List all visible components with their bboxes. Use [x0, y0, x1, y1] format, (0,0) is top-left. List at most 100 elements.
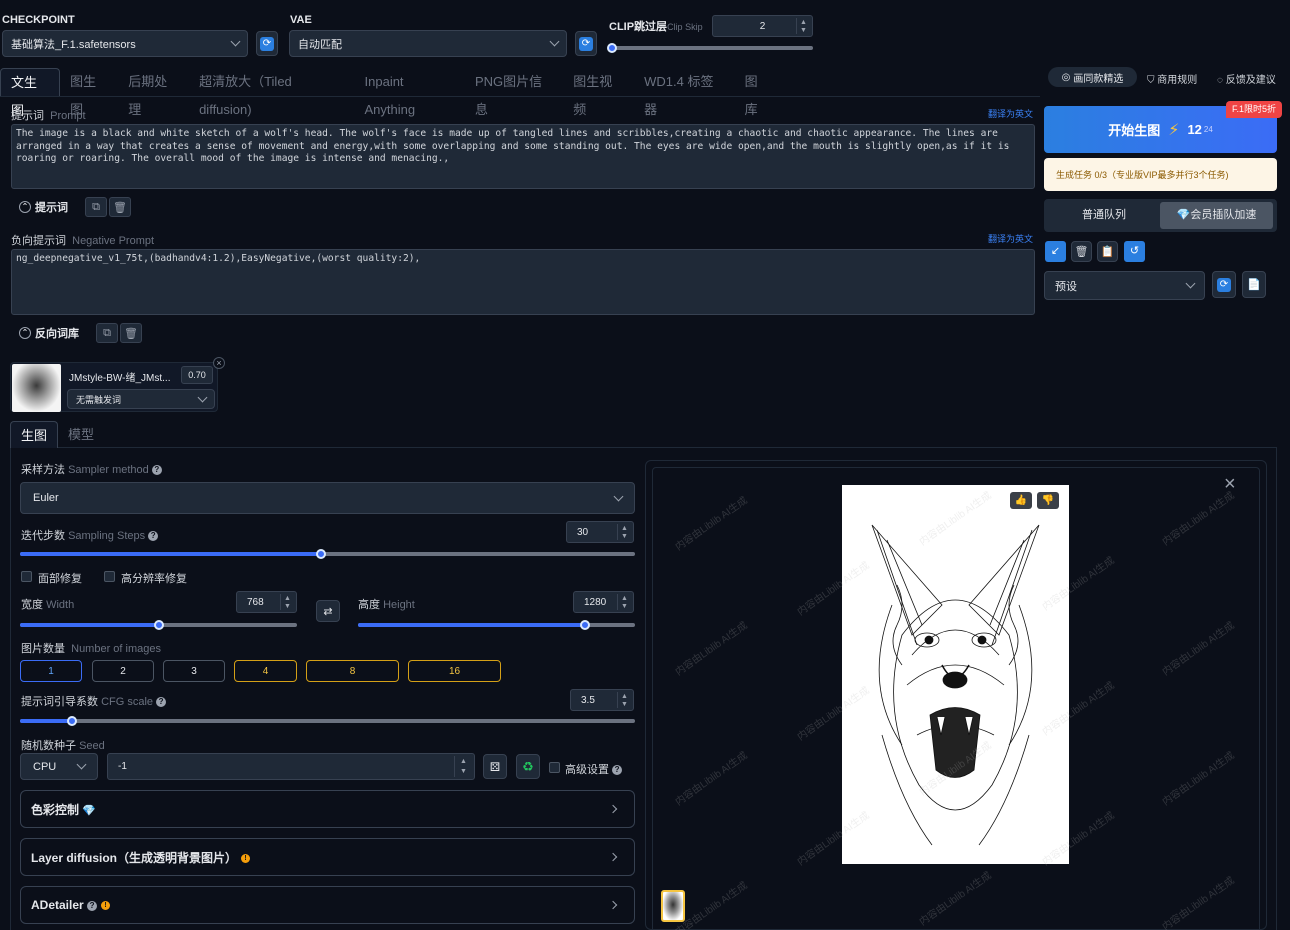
- advanced-settings-checkbox[interactable]: [549, 762, 560, 773]
- lora-trigger-select[interactable]: 无需触发词: [67, 389, 215, 409]
- normal-queue-button[interactable]: 普通队列: [1048, 202, 1160, 229]
- apply-style-button[interactable]: ↙: [1045, 241, 1066, 262]
- lora-remove-button[interactable]: ×: [213, 357, 225, 369]
- cfg-slider[interactable]: [20, 716, 635, 726]
- help-icon[interactable]: ?: [151, 465, 162, 476]
- num-images-option[interactable]: 3: [163, 660, 225, 682]
- checkpoint-refresh-button[interactable]: ⟳: [256, 31, 278, 56]
- recycle-icon: ♻: [522, 758, 534, 774]
- stepper-arrows[interactable]: ▲ ▼: [617, 594, 631, 610]
- help-icon[interactable]: ?: [148, 531, 159, 542]
- num-images-option[interactable]: 1: [20, 660, 82, 682]
- slider-thumb[interactable]: [154, 620, 164, 630]
- advanced-settings-label: 高级设置 ?: [565, 761, 623, 777]
- stepper-arrows[interactable]: ▲ ▼: [796, 18, 810, 34]
- clip-skip-input[interactable]: 2 ▲ ▼: [712, 15, 813, 37]
- rules-link[interactable]: ⛉ 商用规则: [1147, 71, 1197, 86]
- num-images-label-zh: 图片数量: [21, 643, 65, 655]
- adetailer-accordion[interactable]: ADetailer ?!: [20, 886, 635, 924]
- clear-negative-button[interactable]: 🗑: [120, 323, 142, 343]
- lora-card[interactable]: JMstyle-BW-绪_JMst... 0.70 无需触发词: [10, 362, 218, 412]
- preset-save-button[interactable]: 📄: [1242, 271, 1266, 298]
- seed-input[interactable]: -1 ▲ ▼: [107, 753, 475, 780]
- preset-refresh-button[interactable]: ⟳: [1212, 271, 1236, 298]
- tab-0[interactable]: 文生图: [0, 68, 61, 118]
- stepper-arrows[interactable]: ▲ ▼: [617, 692, 631, 708]
- face-restore-checkbox[interactable]: [21, 571, 32, 582]
- copy-prompt-button[interactable]: ⧉: [85, 197, 107, 217]
- help-icon[interactable]: ?: [156, 697, 167, 708]
- sub-tab-0[interactable]: 生图: [10, 421, 59, 448]
- checkpoint-label: CHECKPOINT: [2, 14, 75, 26]
- tab-8[interactable]: 图库: [735, 68, 780, 117]
- steps-slider[interactable]: [20, 549, 635, 559]
- num-images-option[interactable]: 16: [408, 660, 501, 682]
- help-icon[interactable]: ?: [612, 765, 623, 776]
- sub-tab-1[interactable]: 模型: [58, 421, 104, 448]
- lora-weight[interactable]: 0.70: [181, 366, 213, 384]
- num-images-option[interactable]: 2: [92, 660, 154, 682]
- num-images-option[interactable]: 4: [234, 660, 297, 682]
- stepper-arrows[interactable]: ▲ ▼: [454, 756, 472, 777]
- stepper-arrows[interactable]: ▲ ▼: [617, 524, 631, 540]
- thumbs-up-button[interactable]: 👍: [1010, 492, 1032, 509]
- slider-thumb[interactable]: [580, 620, 590, 630]
- checkpoint-select[interactable]: 基础算法_F.1.safetensors: [2, 30, 248, 57]
- vip-queue-button[interactable]: 💎会员插队加速: [1160, 202, 1273, 229]
- seed-device-select[interactable]: CPU: [20, 753, 98, 780]
- tab-7[interactable]: WD1.4 标签器: [634, 68, 734, 117]
- steps-value: 30: [577, 526, 589, 538]
- slider-thumb[interactable]: [316, 549, 326, 559]
- slider-thumb[interactable]: [67, 716, 77, 726]
- task-status-banner: 生成任务 0/3（专业版VIP最多并行3个任务): [1044, 158, 1277, 191]
- tab-4[interactable]: Inpaint Anything: [355, 68, 465, 117]
- sampler-label: 采样方法 Sampler method ?: [21, 461, 162, 477]
- cfg-input[interactable]: 3.5 ▲ ▼: [570, 689, 634, 711]
- color-control-accordion[interactable]: 色彩控制 💎: [20, 790, 635, 828]
- layer-diffusion-accordion[interactable]: Layer diffusion（生成透明背景图片）!: [20, 838, 635, 876]
- hires-fix-checkbox[interactable]: [104, 571, 115, 582]
- width-input[interactable]: 768 ▲ ▼: [236, 591, 297, 613]
- reuse-seed-button[interactable]: ♻: [516, 754, 540, 779]
- prompt-textarea[interactable]: The image is a black and white sketch of…: [11, 124, 1035, 189]
- steps-input[interactable]: 30 ▲ ▼: [566, 521, 634, 543]
- prompt-translate-link[interactable]: 翻译为英文: [988, 107, 1033, 120]
- stepper-arrows[interactable]: ▲ ▼: [280, 594, 294, 610]
- steps-label-en: Sampling Steps: [68, 530, 146, 542]
- tab-3[interactable]: 超清放大（Tiled diffusion): [189, 68, 354, 117]
- clear-prompt-button[interactable]: 🗑: [109, 197, 131, 217]
- vip-queue-label: 会员插队加速: [1190, 209, 1257, 221]
- negative-translate-link[interactable]: 翻译为英文: [988, 232, 1033, 245]
- tab-5[interactable]: PNG图片信息: [465, 68, 563, 117]
- negative-textarea[interactable]: ng_deepnegative_v1_75t,(badhandv4:1.2),E…: [11, 249, 1035, 315]
- delete-style-button[interactable]: 🗑: [1071, 241, 1092, 262]
- generated-image[interactable]: 👍 👎: [842, 485, 1069, 864]
- height-input[interactable]: 1280 ▲ ▼: [573, 591, 634, 613]
- random-seed-button[interactable]: ⚄: [483, 754, 507, 779]
- width-value: 768: [247, 596, 264, 608]
- prompt-library-toggle[interactable]: ⌃ 提示词: [19, 199, 68, 215]
- width-slider[interactable]: [20, 620, 297, 630]
- copy-negative-button[interactable]: ⧉: [96, 323, 118, 343]
- sampler-select[interactable]: Euler: [20, 482, 635, 514]
- tab-6[interactable]: 图生视频: [563, 68, 634, 117]
- help-icon[interactable]: ?: [87, 900, 98, 911]
- vae-refresh-button[interactable]: ⟳: [575, 31, 597, 56]
- clip-skip-slider[interactable]: [607, 43, 813, 53]
- negative-label-zh: 负向提示词: [11, 235, 66, 247]
- thumbs-down-button[interactable]: 👎: [1037, 492, 1059, 509]
- tab-2[interactable]: 后期处理: [118, 68, 189, 117]
- tab-1[interactable]: 图生图: [60, 68, 118, 117]
- clipboard-button[interactable]: 📋: [1097, 241, 1118, 262]
- feedback-link[interactable]: ◌ 反馈及建议: [1217, 71, 1276, 86]
- swap-dimensions-button[interactable]: ⇄: [316, 600, 340, 622]
- slider-thumb[interactable]: [607, 43, 617, 53]
- gallery-link[interactable]: ◎ 画同款精选: [1048, 67, 1137, 87]
- vae-select[interactable]: 自动匹配: [289, 30, 567, 57]
- restore-button[interactable]: ↺: [1124, 241, 1145, 262]
- height-slider[interactable]: [358, 620, 635, 630]
- preset-select[interactable]: 预设: [1044, 271, 1205, 300]
- clip-skip-label-en: Clip Skip: [667, 22, 703, 32]
- negative-library-toggle[interactable]: ⌃ 反向词库: [19, 325, 79, 341]
- num-images-option[interactable]: 8: [306, 660, 399, 682]
